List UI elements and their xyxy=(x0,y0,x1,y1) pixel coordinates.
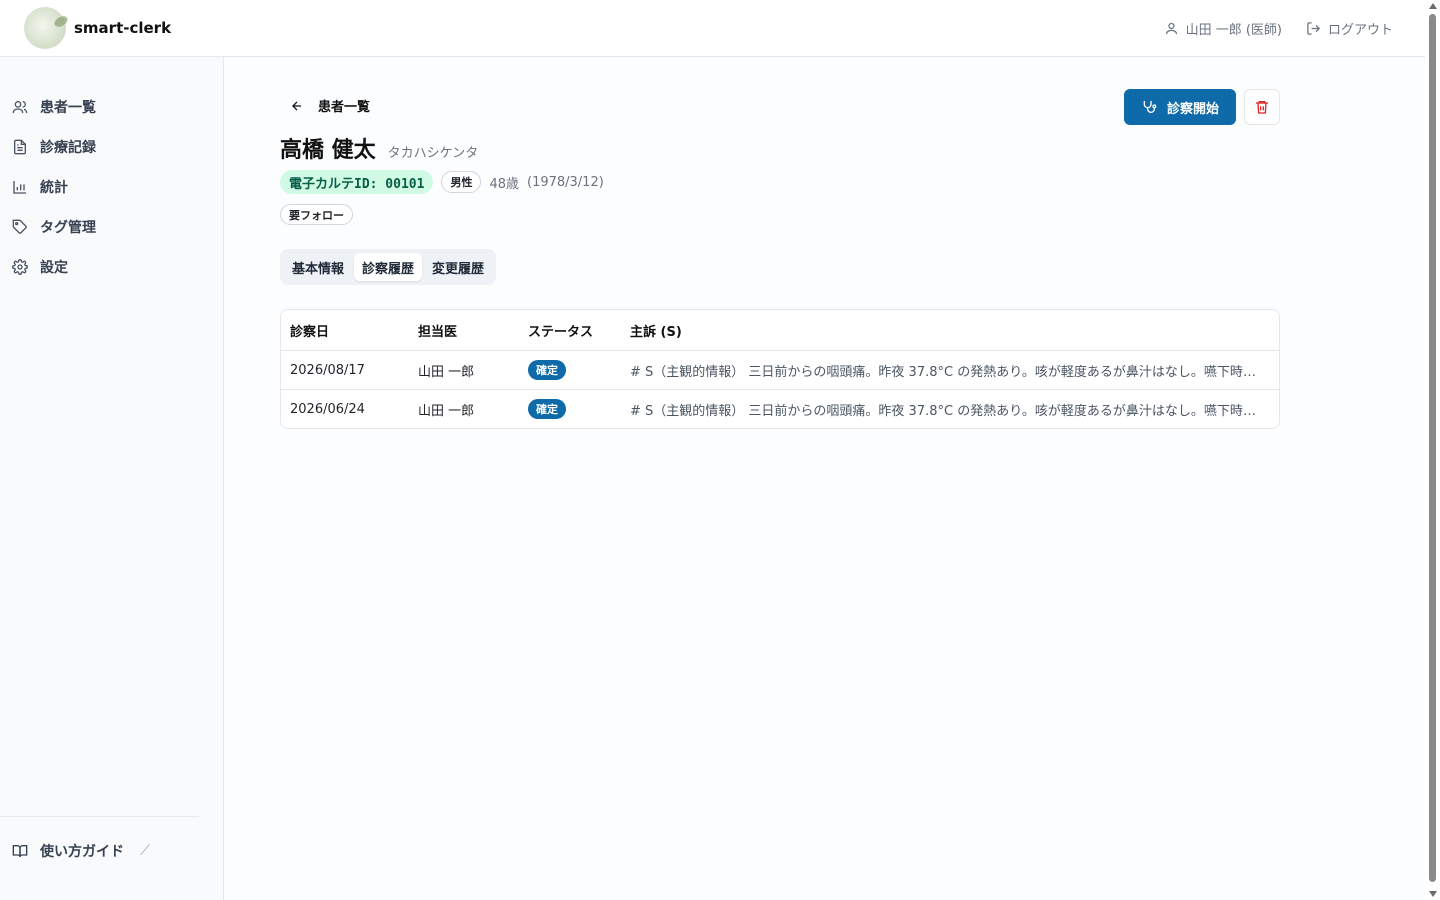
sidebar-item-label: 診療記録 xyxy=(40,140,96,156)
patient-tag: 要フォロー xyxy=(280,204,353,225)
arrow-left-icon xyxy=(292,100,302,111)
stethoscope-icon xyxy=(1143,101,1157,113)
exam-complaint: # S（主観的情報） 三日前からの咽頭痛。昨夜 37.8°C の発熱あり。咳が軽… xyxy=(630,403,1279,419)
page-scrollbar[interactable] xyxy=(1425,0,1440,900)
tab-basic-info[interactable]: 基本情報 xyxy=(284,253,352,281)
status-badge: 確定 xyxy=(528,399,566,419)
user-icon xyxy=(1165,22,1177,34)
start-exam-button[interactable]: 診察開始 xyxy=(1124,89,1236,125)
sidebar-item-records[interactable]: 診療記録 xyxy=(0,127,223,167)
back-to-patient-list[interactable]: 患者一覧 xyxy=(290,96,370,115)
scroll-up-icon[interactable] xyxy=(1429,3,1437,9)
emr-id-badge: 電子カルテID: 00101 xyxy=(280,170,434,194)
column-header-date[interactable]: 診察日 xyxy=(281,321,410,340)
start-exam-label: 診察開始 xyxy=(1166,101,1219,117)
sidebar-divider xyxy=(0,816,199,817)
sidebar-item-tags[interactable]: タグ管理 xyxy=(0,207,223,247)
exam-doctor: 山田 一郎 xyxy=(418,403,475,419)
sidebar-item-patients[interactable]: 患者一覧 xyxy=(0,87,223,127)
exam-doctor: 山田 一郎 xyxy=(418,364,475,380)
table-header: 診察日 担当医 ステータス 主訴 (S) xyxy=(281,310,1279,350)
patient-tabs: 基本情報 診察履歴 変更履歴 xyxy=(280,249,497,285)
tab-change-history[interactable]: 変更履歴 xyxy=(424,253,492,281)
sidebar-item-guide[interactable]: 使い方ガイド ⟋ xyxy=(12,841,150,861)
patient-birthdate: (1978/3/12) xyxy=(527,174,604,190)
scrollbar-thumb[interactable] xyxy=(1429,14,1436,882)
column-header-doctor[interactable]: 担当医 xyxy=(410,321,520,340)
app-name[interactable]: smart-clerk xyxy=(74,19,171,37)
sidebar-item-label: 患者一覧 xyxy=(40,100,96,116)
bar-chart-icon xyxy=(13,181,26,194)
delete-patient-button[interactable] xyxy=(1244,89,1280,125)
app-header: smart-clerk 山田 一郎 (医師) ログアウト xyxy=(0,0,1425,57)
gender-badge: 男性 xyxy=(441,171,482,193)
trash-icon xyxy=(1256,101,1268,114)
users-icon xyxy=(12,101,28,114)
sidebar-item-label: 統計 xyxy=(40,180,68,196)
patient-name: 高橋 健太 xyxy=(280,138,376,163)
sidebar: 患者一覧 診療記録 統計 タグ管理 設定 使い方ガイド ⟋ xyxy=(0,57,224,900)
column-header-status[interactable]: ステータス xyxy=(520,321,621,340)
table-row[interactable]: 2026/06/24 山田 一郎 確定 # S（主観的情報） 三日前からの咽頭痛… xyxy=(281,389,1279,428)
status-badge: 確定 xyxy=(528,360,566,380)
user-label: 山田 一郎 (医師) xyxy=(1185,22,1282,38)
patient-age: 48歳 xyxy=(489,176,519,192)
sidebar-item-settings[interactable]: 設定 xyxy=(0,247,223,287)
back-label: 患者一覧 xyxy=(318,100,371,115)
sidebar-item-stats[interactable]: 統計 xyxy=(0,167,223,207)
document-icon xyxy=(14,139,26,155)
gear-icon xyxy=(12,259,28,275)
guide-label: 使い方ガイド xyxy=(40,844,124,860)
logout-label: ログアウト xyxy=(1327,22,1393,38)
tag-icon xyxy=(12,219,27,234)
exam-date: 2026/08/17 xyxy=(290,362,365,378)
tab-exam-history[interactable]: 診察履歴 xyxy=(354,253,423,281)
app-logo[interactable] xyxy=(24,7,66,49)
logout-button[interactable]: ログアウト xyxy=(1306,19,1393,38)
book-icon xyxy=(12,845,28,858)
patient-kana: タカハシケンタ xyxy=(387,146,479,161)
sidebar-item-label: タグ管理 xyxy=(40,220,96,236)
table-row[interactable]: 2026/08/17 山田 一郎 確定 # S（主観的情報） 三日前からの咽頭痛… xyxy=(281,350,1279,389)
exam-complaint: # S（主観的情報） 三日前からの咽頭痛。昨夜 37.8°C の発熱あり。咳が軽… xyxy=(630,364,1279,380)
exam-history-table: 診察日 担当医 ステータス 主訴 (S) 2026/08/17 山田 一郎 確定… xyxy=(280,309,1280,429)
scroll-down-icon[interactable] xyxy=(1429,891,1437,897)
main-content: 患者一覧 診察開始 高橋 健太 タカハシケンタ 電子カルテID: 00101 男… xyxy=(224,57,1425,900)
logout-icon xyxy=(1307,21,1320,35)
sidebar-item-label: 設定 xyxy=(40,260,68,276)
exam-date: 2026/06/24 xyxy=(290,401,365,417)
column-header-complaint[interactable]: 主訴 (S) xyxy=(621,321,1279,340)
external-link-icon: ⟋ xyxy=(140,843,150,859)
current-user: 山田 一郎 (医師) xyxy=(1164,19,1282,38)
